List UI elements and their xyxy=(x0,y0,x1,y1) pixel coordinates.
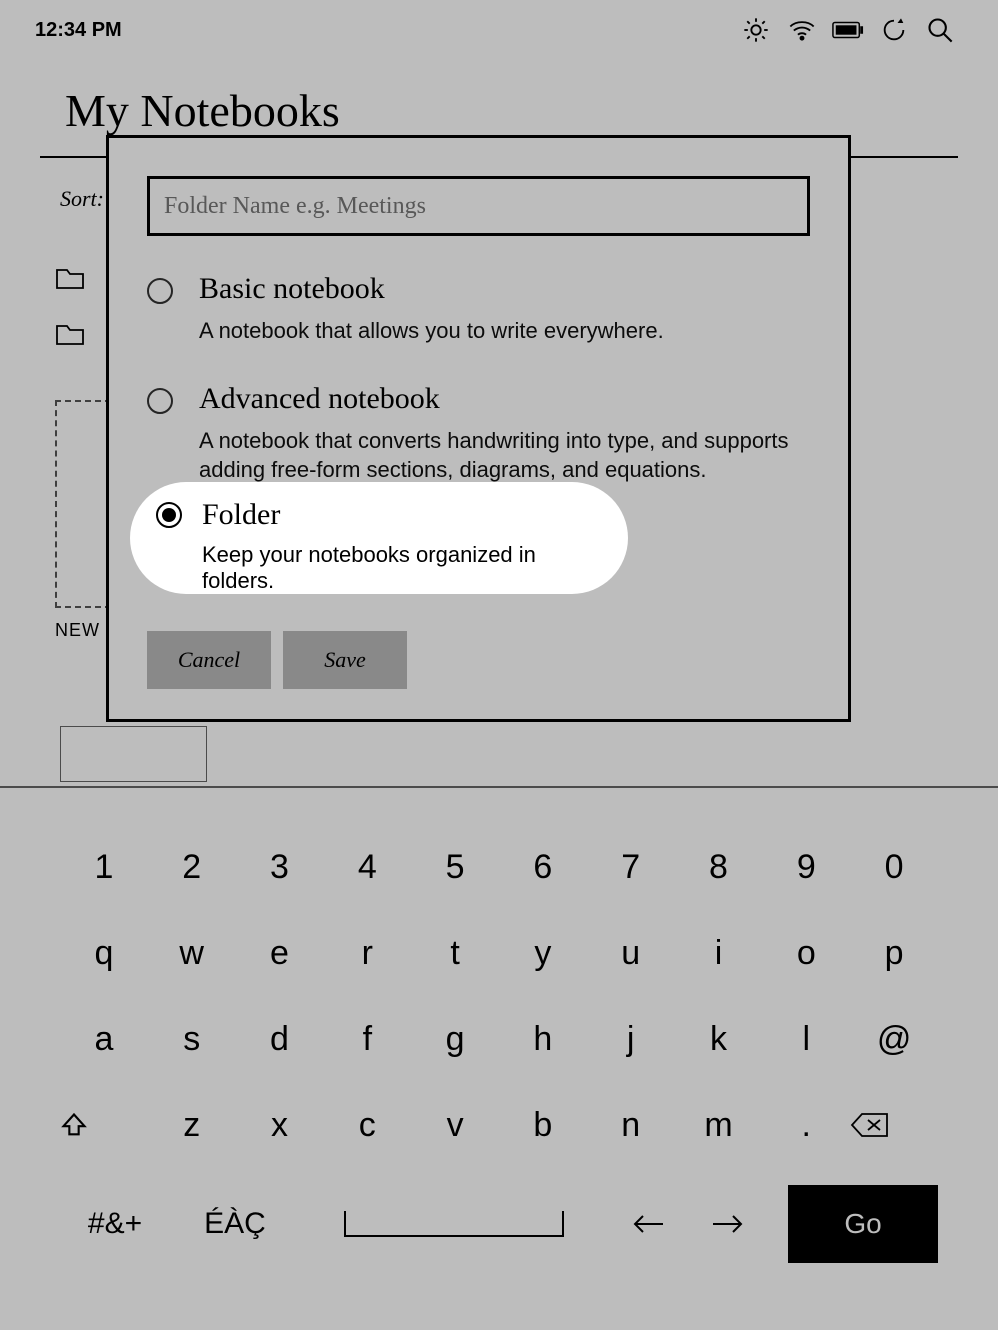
option-desc: Keep your notebooks organized in folders… xyxy=(202,542,598,594)
key[interactable]: 9 xyxy=(762,848,850,887)
key[interactable]: p xyxy=(850,934,938,973)
option-basic[interactable]: Basic notebook A notebook that allows yo… xyxy=(147,272,810,346)
symbols-key[interactable]: #&+ xyxy=(60,1207,170,1241)
radio-unchecked-icon[interactable] xyxy=(147,388,173,414)
search-icon[interactable] xyxy=(917,16,963,44)
key[interactable]: o xyxy=(762,934,850,973)
keyboard-row: z x c v b n m . xyxy=(0,1082,998,1168)
folder-name-input[interactable] xyxy=(147,176,810,236)
page-thumbnail[interactable] xyxy=(60,726,207,782)
go-key[interactable]: Go xyxy=(788,1185,938,1263)
sort-label[interactable]: Sort: xyxy=(60,186,104,212)
status-bar: 12:34 PM xyxy=(0,0,998,60)
arrow-right-icon xyxy=(711,1212,745,1236)
key[interactable]: n xyxy=(587,1106,675,1145)
status-time: 12:34 PM xyxy=(35,19,122,42)
key[interactable]: w xyxy=(148,934,236,973)
keyboard-row-bottom: #&+ ÉÀÇ Go xyxy=(0,1174,998,1274)
wifi-icon[interactable] xyxy=(779,18,825,42)
key[interactable]: k xyxy=(675,1020,763,1059)
key[interactable]: 3 xyxy=(236,848,324,887)
key[interactable]: @ xyxy=(850,1020,938,1059)
key[interactable]: v xyxy=(411,1106,499,1145)
arrow-left-icon xyxy=(631,1212,665,1236)
cancel-button[interactable]: Cancel xyxy=(147,631,271,689)
radio-checked-icon[interactable] xyxy=(156,502,182,528)
folder-row[interactable] xyxy=(55,266,85,290)
key[interactable]: q xyxy=(60,934,148,973)
radio-unchecked-icon[interactable] xyxy=(147,278,173,304)
page-title: My Notebooks xyxy=(65,84,340,137)
backspace-key[interactable] xyxy=(850,1112,938,1138)
key[interactable]: g xyxy=(411,1020,499,1059)
key[interactable]: u xyxy=(587,934,675,973)
key[interactable]: 7 xyxy=(587,848,675,887)
keyboard-row: a s d f g h j k l @ xyxy=(0,996,998,1082)
new-item-dialog: Basic notebook A notebook that allows yo… xyxy=(106,135,851,722)
key[interactable]: 5 xyxy=(411,848,499,887)
key[interactable]: c xyxy=(323,1106,411,1145)
accents-key[interactable]: ÉÀÇ xyxy=(170,1207,300,1241)
key[interactable]: 1 xyxy=(60,848,148,887)
shift-icon xyxy=(60,1111,88,1139)
sync-icon[interactable] xyxy=(871,16,917,44)
key[interactable]: 2 xyxy=(148,848,236,887)
folder-icon xyxy=(55,266,85,290)
option-desc: A notebook that allows you to write ever… xyxy=(199,316,810,346)
key[interactable]: 0 xyxy=(850,848,938,887)
backspace-icon xyxy=(850,1112,890,1138)
key[interactable]: d xyxy=(236,1020,324,1059)
option-advanced[interactable]: Advanced notebook A notebook that conver… xyxy=(147,382,810,485)
keyboard-row-numbers: 1 2 3 4 5 6 7 8 9 0 xyxy=(0,824,998,910)
space-key[interactable] xyxy=(300,1199,608,1249)
arrow-right-key[interactable] xyxy=(688,1212,768,1236)
option-title: Basic notebook xyxy=(199,272,810,306)
key[interactable]: . xyxy=(762,1106,850,1145)
option-folder[interactable]: Folder Keep your notebooks organized in … xyxy=(130,482,628,594)
key[interactable]: s xyxy=(148,1020,236,1059)
key[interactable]: t xyxy=(411,934,499,973)
key[interactable]: 4 xyxy=(323,848,411,887)
key[interactable]: h xyxy=(499,1020,587,1059)
arrow-left-key[interactable] xyxy=(608,1212,688,1236)
key[interactable]: e xyxy=(236,934,324,973)
key[interactable]: b xyxy=(499,1106,587,1145)
brightness-icon[interactable] xyxy=(733,16,779,44)
key[interactable]: z xyxy=(148,1106,236,1145)
key[interactable]: l xyxy=(762,1020,850,1059)
key[interactable]: 8 xyxy=(675,848,763,887)
key[interactable]: y xyxy=(499,934,587,973)
key[interactable]: i xyxy=(675,934,763,973)
key[interactable]: r xyxy=(323,934,411,973)
battery-icon xyxy=(825,21,871,39)
folder-icon xyxy=(55,322,85,346)
key[interactable]: m xyxy=(675,1106,763,1145)
key[interactable]: 6 xyxy=(499,848,587,887)
on-screen-keyboard: 1 2 3 4 5 6 7 8 9 0 q w e r t y u i o p … xyxy=(0,786,998,1330)
new-label: NEW xyxy=(55,620,100,641)
key[interactable]: x xyxy=(236,1106,324,1145)
key[interactable]: a xyxy=(60,1020,148,1059)
folder-row[interactable] xyxy=(55,322,85,346)
option-title: Advanced notebook xyxy=(199,382,810,416)
key[interactable]: f xyxy=(323,1020,411,1059)
option-desc: A notebook that converts handwriting int… xyxy=(199,426,810,485)
shift-key[interactable] xyxy=(60,1111,148,1139)
option-title: Folder xyxy=(202,498,280,532)
save-button[interactable]: Save xyxy=(283,631,407,689)
keyboard-row: q w e r t y u i o p xyxy=(0,910,998,996)
key[interactable]: j xyxy=(587,1020,675,1059)
